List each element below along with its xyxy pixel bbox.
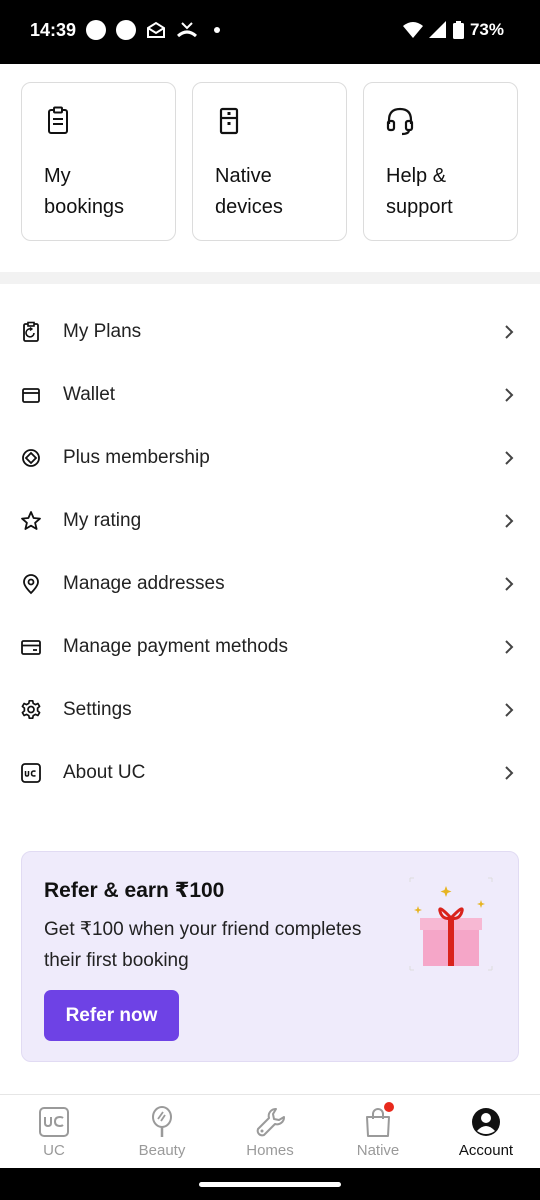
nav-label: Beauty [138,1142,186,1159]
menu-item-about-uc[interactable]: About UC [0,741,540,804]
menu-item-label: My Plans [63,320,142,342]
menu-item-label: My rating [63,509,142,531]
system-status: 73% [402,20,504,40]
menu-item-label: About UC [63,761,146,783]
refer-subtitle: Get ₹100 when your friend completes thei… [44,919,362,971]
appliance-icon [219,107,239,135]
missed-call-icon [177,22,197,38]
nav-item-uc[interactable]: UC [0,1095,108,1168]
star-icon [21,510,41,530]
mail-notification-icon [147,21,165,38]
chevron-right-icon [505,702,514,717]
bottom-navigation: UC Beauty Homes Native Account [0,1095,540,1168]
chat-notification-icon [86,20,106,40]
chevron-right-icon [505,387,514,402]
more-notifications-dot [214,27,220,33]
chevron-right-icon [505,513,514,528]
menu-item-plus-membership[interactable]: Plus membership [0,426,540,489]
gift-icon [409,877,493,971]
account-menu: My Plans Wallet Plus membership My ratin… [0,300,540,804]
chevron-right-icon [505,639,514,654]
notification-badge [384,1102,394,1112]
menu-item-wallet[interactable]: Wallet [0,363,540,426]
location-icon [23,573,39,594]
signal-icon [428,21,446,38]
gesture-navigation-bar [0,1168,540,1200]
account-icon [472,1108,500,1136]
menu-item-manage-payment-methods[interactable]: Manage payment methods [0,615,540,678]
card-help-support[interactable]: Help & support [363,82,518,241]
quick-cards: My bookings Native devices Help & suppor… [21,82,519,241]
card-label: Native devices [215,165,283,218]
menu-item-label: Settings [63,698,132,720]
refer-card: Refer & earn ₹100 Get ₹100 when your fri… [21,851,519,1062]
chevron-right-icon [505,450,514,465]
refer-now-button[interactable]: Refer now [44,990,179,1041]
menu-item-settings[interactable]: Settings [0,678,540,741]
uc-logo-icon [21,762,41,783]
menu-item-manage-addresses[interactable]: Manage addresses [0,552,540,615]
menu-item-my-plans[interactable]: My Plans [0,300,540,363]
battery-icon [452,21,464,39]
menu-item-label: Manage payment methods [63,635,288,657]
menu-item-my-rating[interactable]: My rating [0,489,540,552]
card-label: My bookings [44,165,125,218]
battery-percent: 73% [469,20,504,39]
home-gesture-handle[interactable] [199,1182,341,1187]
chevron-right-icon [505,765,514,780]
card-my-bookings[interactable]: My bookings [21,82,176,241]
chevron-right-icon [505,576,514,591]
status-time: 14:39 [30,20,77,40]
nav-label: Account [458,1142,514,1159]
notification-icons [86,20,220,40]
status-bar: 14:39 73% [0,0,540,64]
menu-item-label: Manage addresses [63,572,225,594]
menu-item-label: Wallet [63,383,116,405]
wallet-icon [22,387,40,403]
nav-item-account[interactable]: Account [432,1095,540,1168]
wifi-icon [402,22,423,38]
card-native-devices[interactable]: Native devices [192,82,347,241]
card-icon [21,639,41,655]
membership-icon [22,448,40,467]
app-notification-icon [116,20,136,40]
nav-item-native[interactable]: Native [324,1095,432,1168]
headset-icon [386,107,414,136]
nav-item-beauty[interactable]: Beauty [108,1095,216,1168]
clipboard-icon [48,106,68,134]
refer-title: Refer & earn ₹100 [44,879,225,902]
mirror-icon [152,1106,172,1137]
menu-item-label: Plus membership [63,446,210,468]
nav-label: Homes [246,1142,294,1159]
wrench-icon [256,1108,285,1137]
nav-label: Native [356,1142,400,1159]
section-divider [0,272,540,284]
nav-label: UC [43,1142,65,1159]
plans-icon [23,321,39,342]
nav-item-homes[interactable]: Homes [216,1095,324,1168]
chevron-right-icon [505,324,514,339]
uc-logo-icon [39,1107,69,1137]
card-label: Help & support [386,165,453,218]
gear-icon [21,699,41,719]
